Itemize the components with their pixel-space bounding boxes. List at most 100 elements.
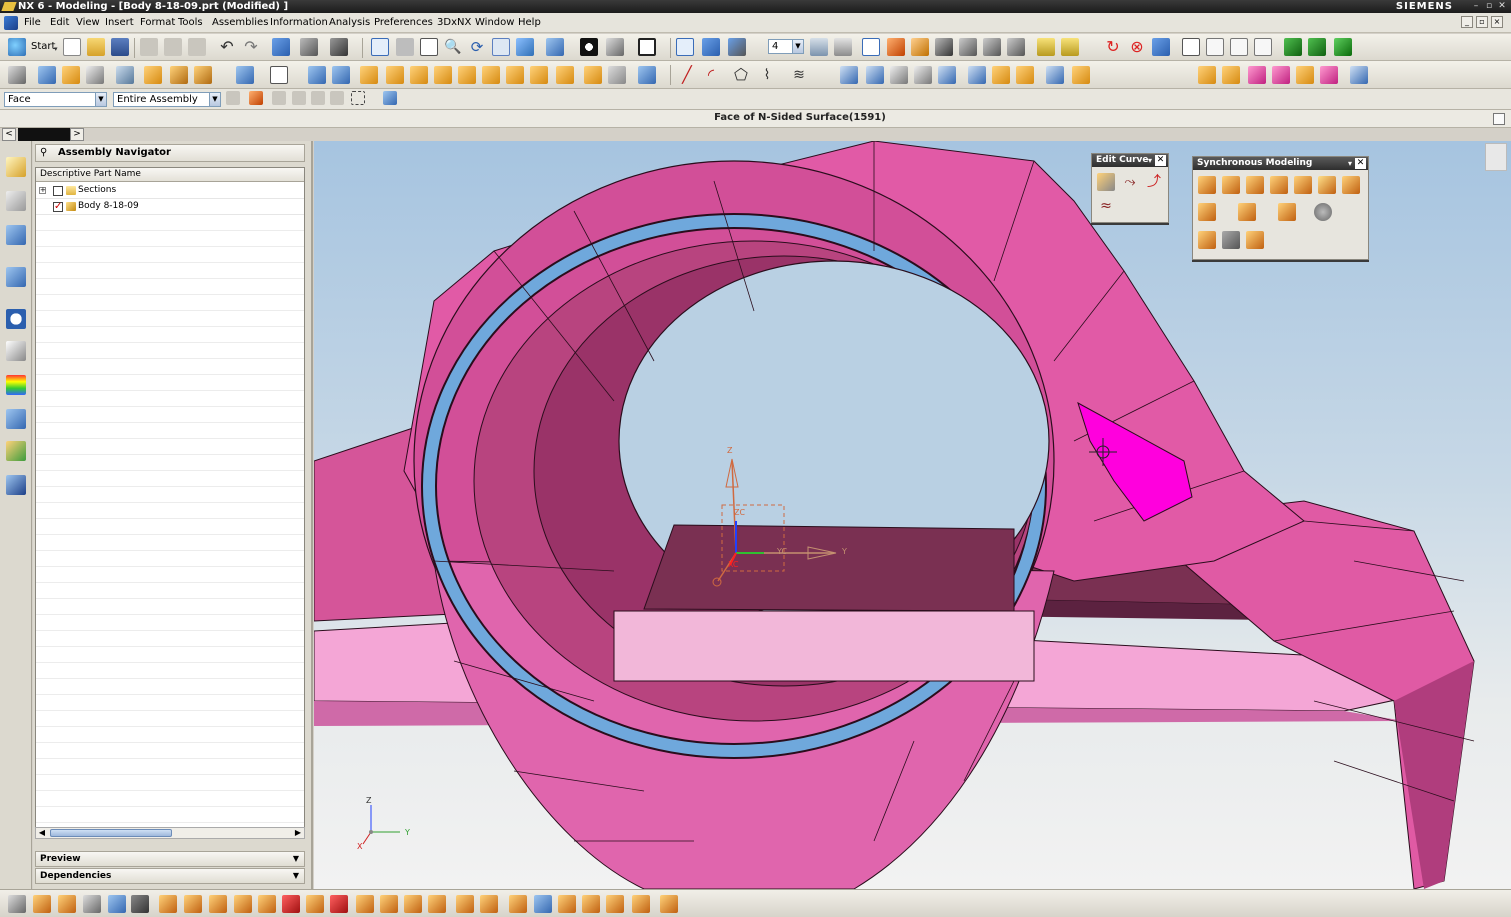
- subtract-icon[interactable]: [270, 66, 288, 84]
- sew-icon[interactable]: [584, 66, 602, 84]
- perspective-icon[interactable]: [516, 38, 534, 56]
- pull-face-icon[interactable]: [1222, 176, 1240, 194]
- wcs-dynamics-icon[interactable]: [676, 38, 694, 56]
- chevron-down-icon[interactable]: ▼: [792, 40, 803, 53]
- mid-point-icon[interactable]: [959, 38, 977, 56]
- wave-geometry-linker-icon[interactable]: [456, 895, 474, 913]
- edge-blend-icon[interactable]: [308, 66, 326, 84]
- open-icon[interactable]: [87, 38, 105, 56]
- smooth-spline-icon[interactable]: ≈: [1097, 197, 1115, 215]
- point-icon[interactable]: [862, 38, 880, 56]
- delete-face-icon[interactable]: [1342, 176, 1360, 194]
- bridge-surface-icon[interactable]: [914, 66, 932, 84]
- global-shaping-icon[interactable]: [1296, 66, 1314, 84]
- chamfer-icon[interactable]: [332, 66, 350, 84]
- menu-edit[interactable]: Edit: [50, 16, 69, 30]
- wcs-origin-icon[interactable]: [702, 38, 720, 56]
- assembly-tool-icon[interactable]: [8, 895, 26, 913]
- menu-assemblies[interactable]: Assemblies: [212, 16, 268, 30]
- constraint-navigator-icon[interactable]: [6, 191, 26, 211]
- navigator-tab[interactable]: [18, 128, 72, 141]
- restore-icon[interactable]: ▫: [1484, 1, 1494, 11]
- arrangement-icon[interactable]: [330, 895, 348, 913]
- shell-icon[interactable]: [360, 66, 378, 84]
- snap-point-icon[interactable]: [887, 38, 905, 56]
- make-coplanar-icon[interactable]: [1238, 203, 1256, 221]
- pocket-icon[interactable]: [170, 66, 188, 84]
- wave-interpart-link-icon[interactable]: [480, 895, 498, 913]
- sweep-icon[interactable]: [86, 66, 104, 84]
- view-frame-icon[interactable]: [638, 38, 656, 56]
- datum-csys-icon[interactable]: [1254, 38, 1272, 56]
- select-component-icon[interactable]: [330, 91, 344, 105]
- view-scroll-box[interactable]: [1485, 143, 1507, 171]
- group-face-icon[interactable]: [1198, 231, 1216, 249]
- pin-icon[interactable]: ⚲: [40, 147, 47, 158]
- copy-view-icon[interactable]: [1152, 38, 1170, 56]
- paste-icon[interactable]: [188, 38, 206, 56]
- visibility-checkbox[interactable]: [53, 199, 63, 214]
- part-navigator-icon[interactable]: [6, 225, 26, 245]
- i-form-icon[interactable]: [1222, 66, 1240, 84]
- palette-icon[interactable]: [6, 375, 26, 395]
- component-array-icon[interactable]: [184, 895, 202, 913]
- snap-icon[interactable]: [330, 38, 348, 56]
- add-component-icon[interactable]: [33, 895, 51, 913]
- rectangle-select-icon[interactable]: [351, 91, 365, 105]
- selection-priority-icon[interactable]: [272, 38, 290, 56]
- revolve-icon[interactable]: [62, 66, 80, 84]
- selection-scope-combo[interactable]: Entire Assembly ▼: [113, 92, 221, 107]
- arc-icon[interactable]: ◜: [702, 66, 720, 84]
- curve-analysis-icon[interactable]: [1320, 66, 1338, 84]
- x-form-icon[interactable]: [1198, 66, 1216, 84]
- menu-analysis[interactable]: Analysis: [329, 16, 370, 30]
- quick-pick-icon[interactable]: [911, 38, 929, 56]
- scroll-right-icon[interactable]: ▶: [292, 828, 304, 838]
- curve-rule-icon[interactable]: [249, 91, 263, 105]
- move-face-icon[interactable]: [1198, 176, 1216, 194]
- web-browser-icon[interactable]: [6, 267, 26, 287]
- type-filter-combo[interactable]: Face ▼: [4, 92, 107, 107]
- menu-tools[interactable]: Tools: [178, 16, 203, 30]
- cut-icon[interactable]: [140, 38, 158, 56]
- split-body-icon[interactable]: [410, 66, 428, 84]
- reposition-component-icon[interactable]: [108, 895, 126, 913]
- menu-view[interactable]: View: [76, 16, 100, 30]
- resize-face-icon[interactable]: [1318, 176, 1336, 194]
- doc-minimize-icon[interactable]: _: [1461, 16, 1473, 28]
- process-studio-icon[interactable]: [6, 409, 26, 429]
- filter-settings-icon[interactable]: [226, 91, 240, 105]
- trim-curve-icon[interactable]: ⤳: [1121, 173, 1139, 191]
- replace-face-icon[interactable]: [1270, 176, 1288, 194]
- shell-body-icon[interactable]: [1314, 203, 1332, 221]
- end-point-icon[interactable]: [935, 38, 953, 56]
- zoom-window-icon[interactable]: [396, 38, 414, 56]
- synchronous-modeling-title[interactable]: Synchronous Modeling: [1193, 157, 1368, 170]
- play-icon[interactable]: [1284, 38, 1302, 56]
- preview-panel[interactable]: Preview ▼: [35, 851, 305, 867]
- menu-format[interactable]: Format: [140, 16, 175, 30]
- delete-icon[interactable]: ⊗: [1128, 38, 1146, 56]
- boss-icon[interactable]: [144, 66, 162, 84]
- system-scenes-icon[interactable]: [6, 475, 26, 495]
- tree-row-part[interactable]: Body 8-18-09: [36, 199, 304, 215]
- redo-icon[interactable]: ↷: [242, 38, 260, 56]
- chevron-down-icon[interactable]: ▼: [290, 870, 302, 882]
- pad-icon[interactable]: [194, 66, 212, 84]
- update-icon[interactable]: ↻: [1104, 38, 1122, 56]
- wcs-orient-icon[interactable]: [728, 38, 746, 56]
- offset-region-icon[interactable]: [1246, 176, 1264, 194]
- extrude-icon[interactable]: [38, 66, 56, 84]
- pack-icon[interactable]: [428, 895, 446, 913]
- instance-icon[interactable]: [506, 66, 524, 84]
- motion-envelope-icon[interactable]: [582, 895, 600, 913]
- hole-icon[interactable]: [116, 66, 134, 84]
- local-scale-icon[interactable]: [1246, 231, 1264, 249]
- work-layer-combo[interactable]: 4 ▼: [768, 39, 804, 54]
- start-label[interactable]: Start: [31, 41, 55, 52]
- chevron-left-icon[interactable]: <: [2, 128, 16, 141]
- chevron-down-icon[interactable]: ▾: [1348, 157, 1352, 170]
- assembly-navigator-icon[interactable]: [6, 157, 26, 177]
- zone-icon[interactable]: [509, 895, 527, 913]
- menu-window[interactable]: Window: [475, 16, 514, 30]
